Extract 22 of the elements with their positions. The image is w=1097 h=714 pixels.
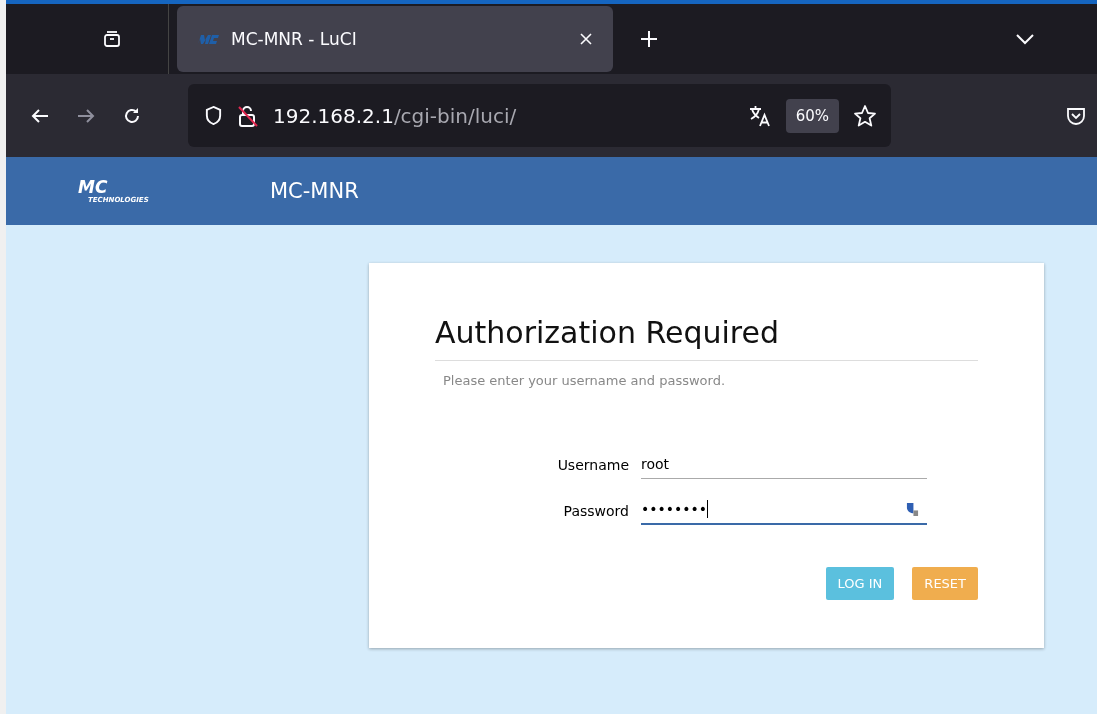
- hint-text: Please enter your username and password.: [443, 373, 727, 388]
- new-tab-icon[interactable]: [639, 29, 659, 49]
- address-bar[interactable]: 192.168.2.1/cgi-bin/luci/ 60%: [188, 84, 891, 147]
- close-icon[interactable]: [579, 32, 593, 46]
- field-label: Username: [556, 457, 629, 475]
- field-label: Password: [562, 503, 629, 521]
- star-icon[interactable]: [853, 103, 877, 128]
- url-text: 192.168.2.1/cgi-bin/luci/: [273, 103, 517, 128]
- translate-icon[interactable]: [747, 103, 772, 128]
- chevron-down-icon[interactable]: [1015, 33, 1035, 45]
- input-field[interactable]: ••••••••: [641, 495, 927, 525]
- zoom-level-button[interactable]: 60%: [785, 98, 839, 133]
- card-title: Authorization Required: [435, 315, 978, 361]
- input-field[interactable]: root: [641, 450, 927, 479]
- browser-tab[interactable]: MC-MNR - LuCI: [177, 6, 613, 72]
- site-title[interactable]: MC-MNR: [270, 179, 359, 203]
- favicon-icon: [197, 33, 221, 45]
- password-manager-icon[interactable]: [906, 502, 919, 517]
- logo-text: MC: [78, 178, 108, 196]
- tab-tray-icon[interactable]: [102, 29, 122, 49]
- insecure-lock-icon[interactable]: [237, 103, 259, 128]
- shield-icon[interactable]: [204, 105, 223, 126]
